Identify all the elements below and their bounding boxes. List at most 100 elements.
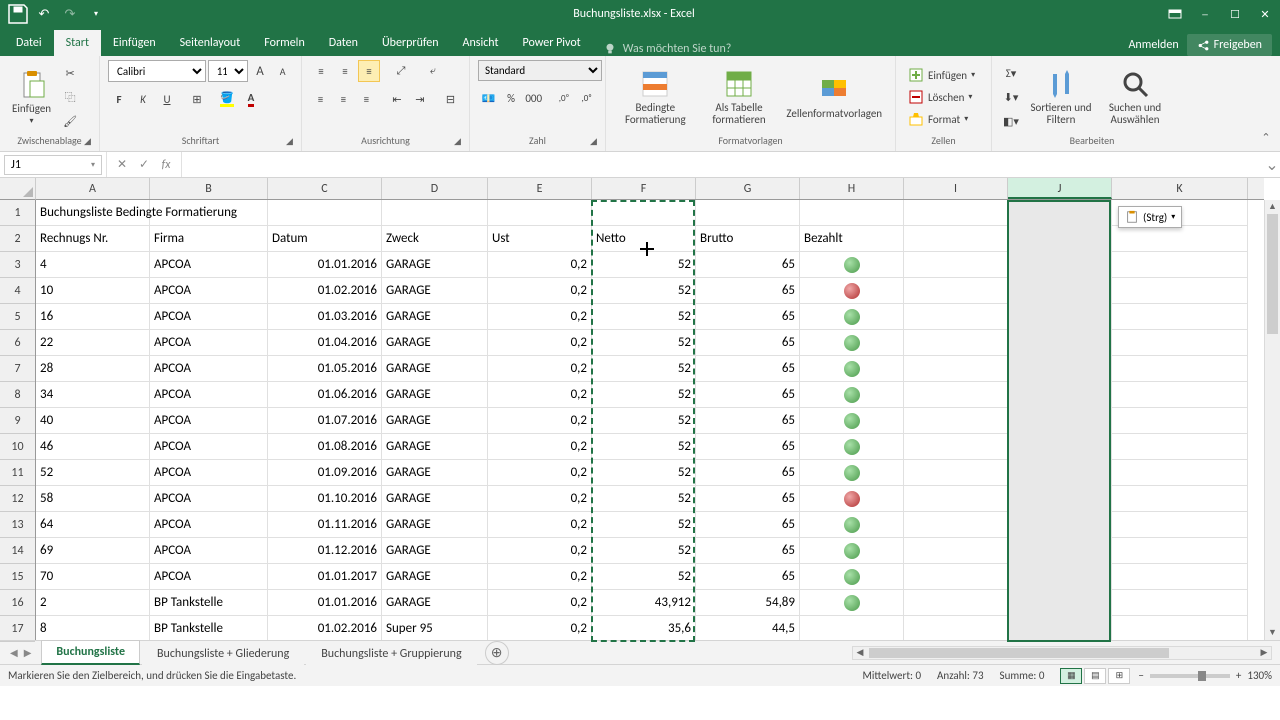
tab-pagelayout[interactable]: Seitenlayout bbox=[168, 30, 253, 56]
cell[interactable] bbox=[800, 330, 904, 356]
maximize-icon[interactable]: ☐ bbox=[1220, 0, 1250, 28]
cell[interactable]: 10 bbox=[36, 278, 150, 304]
cell[interactable]: GARAGE bbox=[382, 408, 488, 434]
row-header-4[interactable]: 4 bbox=[0, 278, 35, 304]
cell[interactable]: APCOA bbox=[150, 330, 268, 356]
font-size-select[interactable]: 11 bbox=[208, 60, 248, 82]
select-all-corner[interactable] bbox=[0, 178, 36, 200]
col-header-C[interactable]: C bbox=[268, 178, 382, 199]
enter-formula-icon[interactable]: ✓ bbox=[135, 157, 153, 172]
cell[interactable]: 4 bbox=[36, 252, 150, 278]
cell[interactable]: 65 bbox=[696, 252, 800, 278]
cell[interactable]: 52 bbox=[592, 460, 696, 486]
cell[interactable]: 52 bbox=[592, 304, 696, 330]
cell[interactable] bbox=[1112, 538, 1248, 564]
cell[interactable] bbox=[904, 512, 1008, 538]
cell[interactable]: 58 bbox=[36, 486, 150, 512]
col-header-D[interactable]: D bbox=[382, 178, 488, 199]
cell[interactable]: 0,2 bbox=[488, 382, 592, 408]
cell[interactable]: 0,2 bbox=[488, 512, 592, 538]
cell[interactable]: 0,2 bbox=[488, 330, 592, 356]
scroll-right-icon[interactable]: ▶ bbox=[1257, 647, 1271, 659]
cell[interactable] bbox=[800, 590, 904, 616]
cell[interactable]: 0,2 bbox=[488, 590, 592, 616]
format-cells-button[interactable]: Format▾ bbox=[904, 109, 983, 129]
cell[interactable]: 01.06.2016 bbox=[268, 382, 382, 408]
format-as-table-button[interactable]: Als Tabelle formatieren bbox=[701, 66, 778, 128]
cell[interactable] bbox=[1112, 278, 1248, 304]
cell[interactable] bbox=[904, 434, 1008, 460]
row-header-11[interactable]: 11 bbox=[0, 460, 35, 486]
cell[interactable]: 0 bbox=[1008, 564, 1112, 590]
scroll-left-icon[interactable]: ◀ bbox=[853, 647, 867, 659]
cell[interactable]: Brutto bbox=[696, 226, 800, 252]
col-header-E[interactable]: E bbox=[488, 178, 592, 199]
qat-customize-icon[interactable]: ▾ bbox=[84, 2, 108, 26]
cell[interactable]: Super 95 bbox=[382, 616, 488, 640]
sort-filter-button[interactable]: Sortieren und Filtern bbox=[1026, 66, 1096, 128]
font-name-select[interactable]: Calibri bbox=[108, 60, 206, 82]
cell[interactable]: APCOA bbox=[150, 408, 268, 434]
cell[interactable]: GARAGE bbox=[382, 356, 488, 382]
cell[interactable]: 0,2 bbox=[488, 356, 592, 382]
ribbon-display-icon[interactable] bbox=[1160, 0, 1190, 28]
cell[interactable] bbox=[904, 330, 1008, 356]
orientation-icon[interactable]: ⤢ bbox=[390, 60, 412, 82]
cell[interactable] bbox=[1112, 616, 1248, 640]
align-middle-icon[interactable]: ≡ bbox=[334, 60, 356, 82]
formula-input[interactable] bbox=[182, 163, 1264, 167]
cell[interactable]: 65 bbox=[696, 278, 800, 304]
zoom-out-icon[interactable]: − bbox=[1138, 669, 1143, 682]
cell[interactable]: 28 bbox=[36, 356, 150, 382]
cell[interactable]: 52 bbox=[592, 486, 696, 512]
tab-start[interactable]: Start bbox=[54, 30, 101, 56]
cell[interactable]: 65 bbox=[696, 538, 800, 564]
cell[interactable] bbox=[800, 408, 904, 434]
normal-view-icon[interactable]: ▦ bbox=[1060, 668, 1082, 684]
cell[interactable] bbox=[904, 356, 1008, 382]
cell[interactable]: 0,2 bbox=[488, 564, 592, 590]
cell[interactable]: 22 bbox=[36, 330, 150, 356]
page-layout-view-icon[interactable]: ▤ bbox=[1084, 668, 1106, 684]
cell[interactable]: 01.07.2016 bbox=[268, 408, 382, 434]
redo-icon[interactable]: ↷ bbox=[58, 2, 82, 26]
hscroll-thumb[interactable] bbox=[869, 648, 1169, 658]
cell[interactable]: 0 bbox=[1008, 382, 1112, 408]
cell-styles-button[interactable]: Zellenformatvorlagen bbox=[781, 72, 887, 122]
cell[interactable]: Rechnugs Nr. bbox=[36, 226, 150, 252]
cell[interactable] bbox=[800, 512, 904, 538]
col-header-I[interactable]: I bbox=[904, 178, 1008, 199]
sheet-tab-1[interactable]: Buchungsliste + Gliederung bbox=[142, 642, 304, 665]
cell[interactable]: 16 bbox=[36, 304, 150, 330]
cell[interactable]: 0 bbox=[1008, 356, 1112, 382]
cell[interactable]: 52 bbox=[36, 460, 150, 486]
cell[interactable]: Ust bbox=[488, 226, 592, 252]
cell[interactable]: 0,2 bbox=[488, 434, 592, 460]
cell[interactable]: Firma bbox=[150, 226, 268, 252]
cell[interactable] bbox=[1112, 434, 1248, 460]
cell[interactable]: 0 bbox=[1008, 616, 1112, 640]
col-header-B[interactable]: B bbox=[150, 178, 268, 199]
name-box[interactable]: J1▾ bbox=[4, 155, 102, 175]
cell[interactable]: 52 bbox=[592, 356, 696, 382]
grow-font-icon[interactable]: A bbox=[250, 60, 271, 82]
cell[interactable] bbox=[800, 616, 904, 640]
cell[interactable]: APCOA bbox=[150, 564, 268, 590]
cell[interactable]: GARAGE bbox=[382, 434, 488, 460]
cell[interactable] bbox=[904, 486, 1008, 512]
cell[interactable]: Datum bbox=[268, 226, 382, 252]
fill-color-icon[interactable]: 🪣 bbox=[216, 88, 238, 110]
cell[interactable]: 65 bbox=[696, 408, 800, 434]
cell[interactable]: APCOA bbox=[150, 538, 268, 564]
collapse-ribbon-icon[interactable]: ⌃ bbox=[1258, 129, 1274, 145]
number-format-select[interactable]: Standard bbox=[478, 60, 602, 81]
cell[interactable]: 65 bbox=[696, 486, 800, 512]
cell[interactable] bbox=[1112, 252, 1248, 278]
dialog-launch-icon[interactable]: ◢ bbox=[286, 136, 298, 148]
cell[interactable] bbox=[800, 304, 904, 330]
cell[interactable]: 52 bbox=[592, 564, 696, 590]
cell[interactable]: APCOA bbox=[150, 512, 268, 538]
decrease-decimal-icon[interactable]: ,0⁰ bbox=[576, 87, 597, 109]
cell[interactable]: 01.02.2016 bbox=[268, 278, 382, 304]
row-header-3[interactable]: 3 bbox=[0, 252, 35, 278]
